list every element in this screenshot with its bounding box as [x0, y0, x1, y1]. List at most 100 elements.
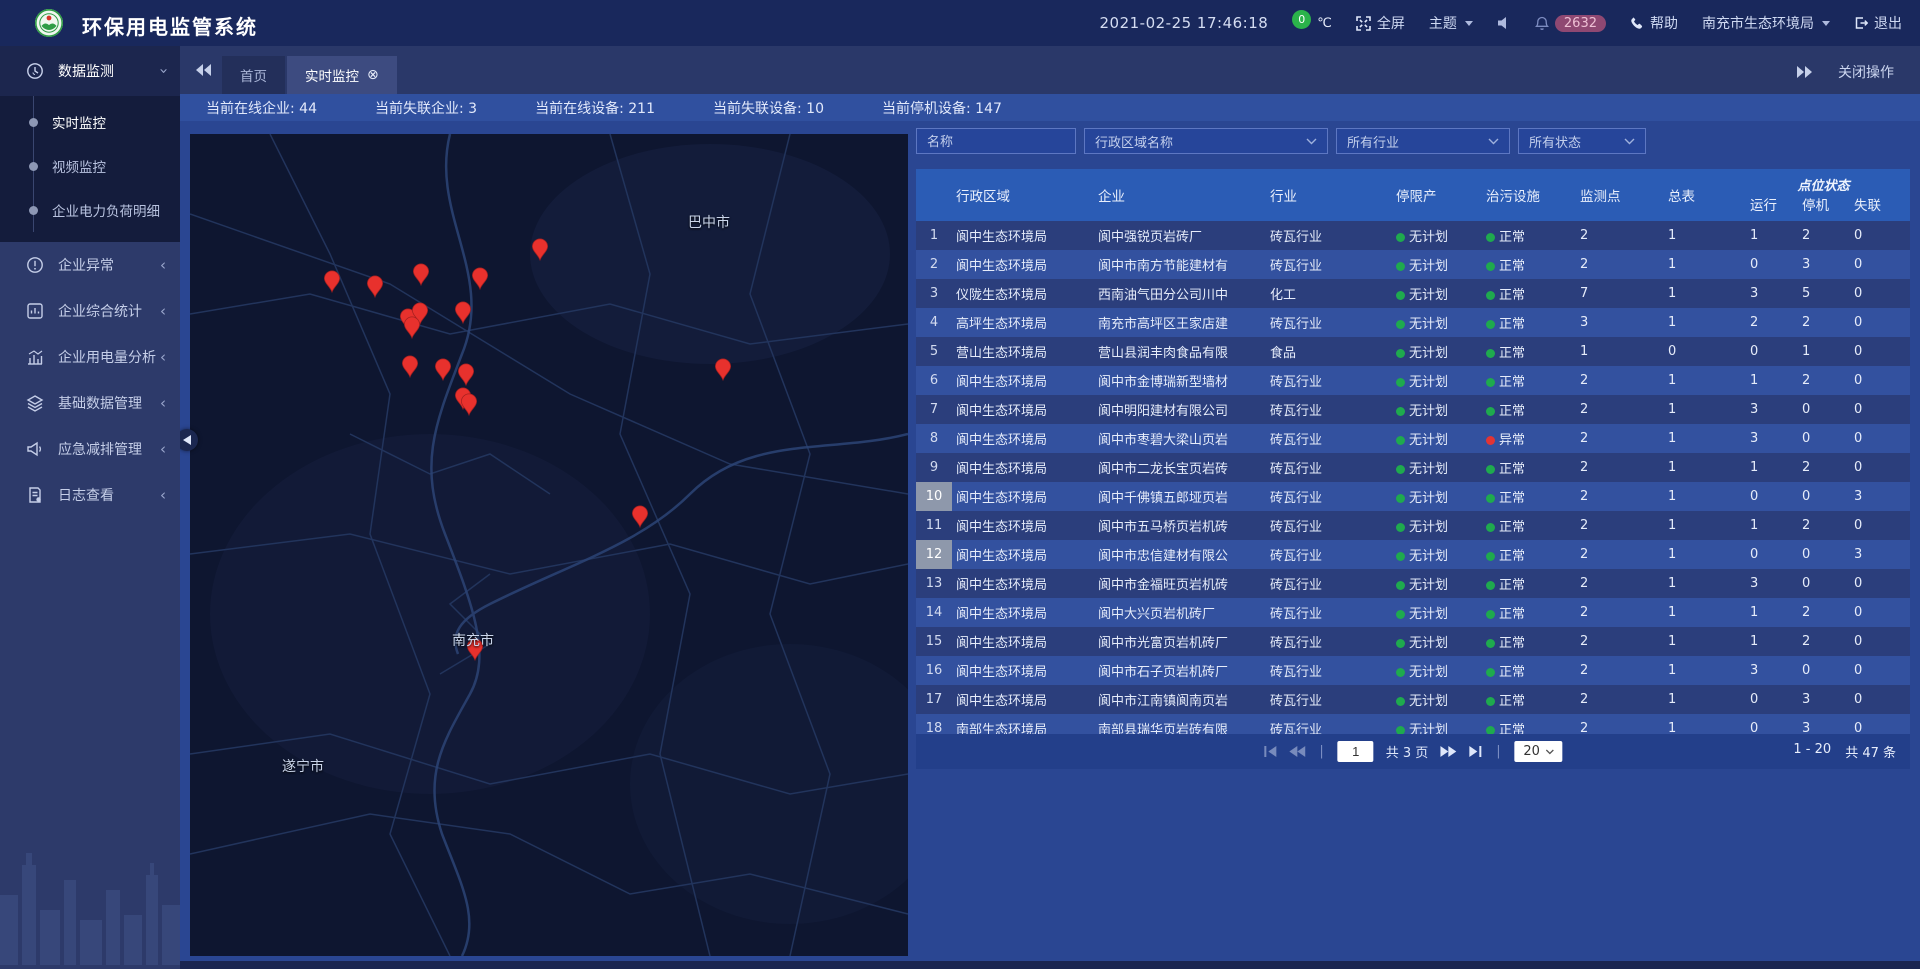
table-row[interactable]: 13阆中生态环境局阆中市金福旺页岩机砖砖瓦行业无计划正常21300 [916, 569, 1910, 598]
map-canvas [190, 134, 908, 956]
sidebar-subitem-视频监控[interactable]: 视频监控 [0, 144, 180, 188]
map-panel[interactable]: 巴中市南充市遂宁市 [190, 134, 908, 956]
cell-industry: 砖瓦行业 [1266, 690, 1392, 709]
tab-home[interactable]: 首页 [222, 56, 285, 94]
first-page-icon[interactable] [1263, 746, 1277, 757]
submenu-dot-icon [29, 206, 38, 215]
sidebar-group-6: 日志查看‹ [0, 472, 180, 518]
table-row[interactable]: 9阆中生态环境局阆中市二龙长宝页岩砖砖瓦行业无计划正常21120 [916, 453, 1910, 482]
sidebar-subitem-实时监控[interactable]: 实时监控 [0, 100, 180, 144]
status-dot-icon [1396, 436, 1405, 445]
cell-monitor-points: 2 [1576, 576, 1664, 591]
sidebar-group-1: 企业异常‹ [0, 242, 180, 288]
cell-plan-status: 无计划 [1392, 719, 1482, 734]
last-page-icon[interactable] [1468, 746, 1482, 757]
next-page-icon[interactable] [1440, 746, 1456, 757]
fullscreen-button[interactable]: 全屏 [1356, 13, 1405, 33]
table-row[interactable]: 16阆中生态环境局阆中市石子页岩机砖厂砖瓦行业无计划正常21300 [916, 656, 1910, 685]
sidebar-item-企业用电量分析[interactable]: 企业用电量分析‹ [0, 334, 180, 380]
close-operations-button[interactable]: 关闭操作 [1838, 62, 1894, 82]
cell-monitor-points: 2 [1576, 373, 1664, 388]
temperature-indicator: 0 ℃ [1292, 16, 1332, 31]
table-row[interactable]: 8阆中生态环境局阆中市枣碧大梁山页岩砖瓦行业无计划异常21300 [916, 424, 1910, 453]
sidebar-subitem-label: 实时监控 [52, 112, 106, 132]
column-stop: 停机 [1798, 194, 1850, 221]
table-row[interactable]: 18南部生态环境局南部县瑞华页岩砖有限砖瓦行业无计划正常21030 [916, 714, 1910, 734]
name-filter-input[interactable] [916, 128, 1076, 154]
table-row[interactable]: 6阆中生态环境局阆中市金博瑞新型墙材砖瓦行业无计划正常21120 [916, 366, 1910, 395]
table-row[interactable]: 14阆中生态环境局阆中大兴页岩机砖厂砖瓦行业无计划正常21120 [916, 598, 1910, 627]
table-row[interactable]: 2阆中生态环境局阆中市南方节能建材有砖瓦行业无计划正常21030 [916, 250, 1910, 279]
cell-stopped: 3 [1798, 692, 1850, 707]
cell-plan-status: 无计划 [1392, 632, 1482, 651]
sidebar-item-日志查看[interactable]: 日志查看‹ [0, 472, 180, 518]
chevron-left-icon: ‹ [160, 256, 166, 274]
row-index: 5 [916, 337, 952, 366]
sidebar-item-企业综合统计[interactable]: 企业综合统计‹ [0, 288, 180, 334]
help-button[interactable]: 帮助 [1630, 13, 1678, 33]
table-row[interactable]: 4高坪生态环境局南充市高坪区王家店建砖瓦行业无计划正常31220 [916, 308, 1910, 337]
cell-company: 南部县瑞华页岩砖有限 [1094, 719, 1266, 734]
stat-value: 3 [468, 101, 477, 117]
cell-total-meters: 1 [1664, 489, 1746, 504]
temperature-unit: ℃ [1317, 16, 1332, 31]
cell-facility-status: 正常 [1482, 574, 1576, 593]
tab-close-icon[interactable]: ⊗ [367, 67, 379, 83]
tab-realtime-monitor[interactable]: 实时监控⊗ [287, 56, 397, 94]
stat-item: 当前失联设备: 10 [713, 98, 824, 118]
table-row[interactable]: 7阆中生态环境局阆中明阳建材有限公司砖瓦行业无计划正常21300 [916, 395, 1910, 424]
page-size-select[interactable]: 20 [1515, 741, 1563, 762]
row-index: 4 [916, 308, 952, 337]
region-filter-select[interactable]: 行政区域名称 [1084, 128, 1328, 154]
cell-industry: 食品 [1266, 342, 1392, 361]
sidebar-item-数据监测[interactable]: 数据监测‹ [0, 46, 180, 96]
cell-plan-status: 无计划 [1392, 226, 1482, 245]
sidebar-subitem-企业电力负荷明细[interactable]: 企业电力负荷明细 [0, 188, 180, 232]
table-row[interactable]: 3仪陇生态环境局西南油气田分公司川中化工无计划正常71350 [916, 279, 1910, 308]
status-filter-select[interactable]: 所有状态 [1518, 128, 1646, 154]
row-index: 15 [916, 627, 952, 656]
sidebar-item-企业异常[interactable]: 企业异常‹ [0, 242, 180, 288]
sidebar-item-label: 企业综合统计 [58, 301, 160, 321]
cell-plan-status: 无计划 [1392, 371, 1482, 390]
filter-bar: 行政区域名称 所有行业 所有状态 [916, 128, 1910, 154]
sidebar-item-应急减排管理[interactable]: 应急减排管理‹ [0, 426, 180, 472]
page-number-input[interactable] [1338, 741, 1374, 762]
cell-running: 3 [1746, 431, 1798, 446]
logout-button[interactable]: 退出 [1854, 13, 1902, 33]
cell-disconnected: 0 [1850, 373, 1901, 388]
table-row[interactable]: 15阆中生态环境局阆中市光富页岩机砖厂砖瓦行业无计划正常21120 [916, 627, 1910, 656]
status-dot-icon [1486, 465, 1495, 474]
table-row[interactable]: 11阆中生态环境局阆中市五马桥页岩机砖砖瓦行业无计划正常21120 [916, 511, 1910, 540]
status-dot-icon [1396, 291, 1405, 300]
cell-running: 3 [1746, 402, 1798, 417]
cell-stopped: 0 [1798, 402, 1850, 417]
table-row[interactable]: 1阆中生态环境局阆中强锐页岩砖厂砖瓦行业无计划正常21120 [916, 221, 1910, 250]
tabs-scroll-right-icon[interactable] [1796, 66, 1812, 78]
table-row[interactable]: 10阆中生态环境局阆中千佛镇五郎垭页岩砖瓦行业无计划正常21003 [916, 482, 1910, 511]
cell-running: 0 [1746, 692, 1798, 707]
table-row[interactable]: 5营山生态环境局营山县润丰肉食品有限食品无计划正常10010 [916, 337, 1910, 366]
cell-monitor-points: 2 [1576, 692, 1664, 707]
layers-icon [26, 394, 44, 412]
table-row[interactable]: 12阆中生态环境局阆中市忠信建材有限公砖瓦行业无计划正常21003 [916, 540, 1910, 569]
cell-plan-status: 无计划 [1392, 516, 1482, 535]
cell-region: 南部生态环境局 [952, 719, 1094, 734]
org-menu[interactable]: 南充市生态环境局 [1702, 13, 1830, 33]
table-row[interactable]: 17阆中生态环境局阆中市江南镇阆南页岩砖瓦行业无计划正常21030 [916, 685, 1910, 714]
sound-toggle[interactable] [1497, 16, 1511, 30]
sidebar-item-基础数据管理[interactable]: 基础数据管理‹ [0, 380, 180, 426]
stat-item: 当前失联企业: 3 [375, 98, 477, 118]
notifications[interactable]: 2632 [1535, 15, 1606, 32]
cell-industry: 砖瓦行业 [1266, 545, 1392, 564]
status-filter-value: 所有状态 [1529, 132, 1581, 151]
fullscreen-icon [1356, 16, 1371, 31]
status-dot-icon [1486, 581, 1495, 590]
monitor-clock-icon [26, 62, 44, 80]
tabs-scroll-left-icon[interactable] [196, 61, 212, 80]
stat-item: 当前停机设备: 147 [882, 98, 1002, 118]
prev-page-icon[interactable] [1289, 746, 1305, 757]
stat-value: 44 [299, 101, 317, 117]
theme-menu[interactable]: 主题 [1429, 13, 1473, 33]
industry-filter-select[interactable]: 所有行业 [1336, 128, 1510, 154]
